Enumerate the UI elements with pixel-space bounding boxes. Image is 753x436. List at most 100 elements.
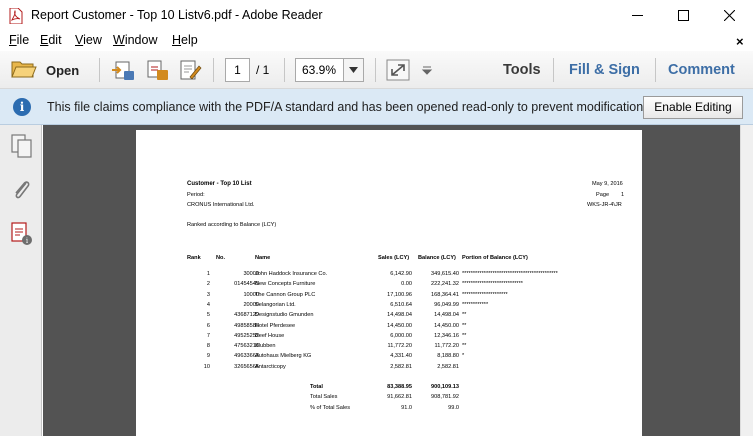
info-icon: i [13, 98, 31, 116]
menu-help[interactable]: Help [172, 33, 198, 47]
total-balance-cell: 900,109.13 [431, 384, 459, 390]
tools-pane-button[interactable]: Tools [503, 62, 541, 78]
total-sales-cell: 91.0 [401, 404, 412, 411]
balance-cell: 8,188.80 [437, 353, 459, 360]
customer-name-cell: Beef House [255, 332, 285, 339]
menu-view[interactable]: View [75, 33, 102, 47]
portion-bar-cell: ********************* [462, 291, 508, 298]
zoom-input[interactable]: 63.9% [295, 58, 343, 82]
customer-name-cell: Hotel Pferdesee [255, 322, 296, 329]
menu-window[interactable]: Window [113, 33, 157, 47]
customer-name-cell: Antarcticopy [255, 363, 286, 370]
sales-cell: 14,498.04 [387, 312, 412, 319]
signatures-icon[interactable]: i [10, 221, 34, 247]
ranked-by: Ranked according to Balance (LCY) [187, 222, 277, 228]
rank-cell: 1 [206, 271, 210, 277]
rank-cell: 9 [206, 353, 210, 360]
full-screen-icon[interactable] [386, 59, 410, 81]
sales-cell: 6,000.00 [390, 332, 412, 339]
balance-cell: 2,582.81 [437, 363, 459, 370]
create-pdf-icon[interactable] [111, 59, 135, 81]
portion-bar-cell: ** [462, 343, 467, 350]
portion-bar-cell: ** [462, 332, 467, 339]
customer-name-cell: John Haddock Insurance Co. [255, 271, 328, 277]
sales-cell: 6,142.90 [390, 271, 412, 277]
col-portion-header: Portion of Balance (LCY) [462, 255, 528, 261]
export-pdf-icon[interactable] [145, 59, 169, 81]
customer-name-cell: Autohaus Mielberg KG [255, 353, 312, 360]
chevron-down-icon [349, 67, 358, 73]
total-balance-cell: 908,781.92 [431, 394, 459, 401]
balance-cell: 349,615.40 [431, 271, 459, 277]
title-bar: Report Customer - Top 10 Listv6.pdf - Ad… [0, 0, 753, 31]
fill-sign-pane-button[interactable]: Fill & Sign [569, 62, 640, 78]
pdf-file-icon [9, 8, 23, 24]
sales-cell: 14,450.00 [387, 322, 412, 329]
portion-bar-cell: * [462, 353, 465, 360]
balance-cell: 222,241.32 [431, 281, 459, 288]
portion-bar-cell: ****************************************… [462, 271, 558, 277]
customer-name-cell: Selangorian Ltd. [255, 301, 296, 308]
open-label: Open [46, 63, 80, 78]
page-thumbnails-icon[interactable] [10, 133, 34, 159]
report-date: May 9, 2016 [592, 181, 623, 187]
info-message: This file claims compliance with the PDF… [47, 100, 647, 114]
total-balance-cell: 99.0 [448, 404, 459, 411]
maximize-icon [677, 10, 689, 21]
customer-name-cell: The Cannon Group PLC [255, 291, 316, 298]
total-sales-cell: 91,662.81 [387, 394, 412, 401]
maximize-button[interactable] [660, 0, 706, 31]
sales-cell: 11,772.20 [387, 343, 412, 350]
comment-pane-button[interactable]: Comment [668, 62, 735, 78]
rank-cell: 2 [206, 281, 210, 288]
menu-edit[interactable]: Edit [40, 33, 62, 47]
rank-cell: 10 [203, 363, 210, 370]
sales-cell: 17,100.96 [387, 291, 412, 298]
rank-cell: 6 [206, 322, 210, 329]
toolbar-separator [655, 58, 656, 82]
customize-toolbar-icon[interactable] [420, 59, 434, 81]
rank-cell: 3 [206, 291, 210, 298]
sales-cell: 0.00 [401, 281, 412, 288]
col-balance-header: Balance (LCY) [418, 255, 456, 261]
toolbar: Open 1 / 1 63.9% Tools Fill & Sign Comme… [0, 51, 753, 89]
rank-cell: 7 [206, 332, 210, 339]
open-folder-icon [11, 61, 37, 78]
navigation-pane: i [0, 125, 42, 436]
col-name-header: Name [255, 255, 271, 261]
vertical-scrollbar[interactable] [740, 125, 753, 436]
attachments-icon[interactable] [10, 177, 34, 203]
minimize-button[interactable] [614, 0, 660, 31]
sales-cell: 2,582.81 [390, 363, 412, 370]
balance-cell: 168,364.41 [431, 291, 459, 298]
report-title: Customer - Top 10 List [187, 181, 252, 187]
toolbar-separator [553, 58, 554, 82]
customer-name-cell: Designstudio Gmunden [255, 312, 314, 319]
balance-cell: 12,346.16 [434, 332, 459, 339]
col-no-header: No. [216, 255, 226, 261]
company-name: CRONUS International Ltd. [187, 202, 255, 208]
zoom-dropdown-button[interactable] [343, 58, 364, 82]
rank-cell: 5 [206, 312, 210, 319]
close-button[interactable] [706, 0, 752, 31]
total-label: % of Total Sales [310, 404, 351, 411]
balance-cell: 96,049.99 [434, 301, 459, 308]
col-rank-header: Rank [187, 255, 201, 261]
menu-file[interactable]: File [9, 33, 29, 47]
menu-bar: File Edit View Window Help × [0, 31, 753, 51]
total-label: Total [310, 384, 323, 390]
page-number-input[interactable]: 1 [225, 58, 250, 82]
total-label: Total Sales [310, 394, 338, 401]
close-document-button[interactable]: × [736, 34, 744, 49]
sales-cell: 4,331.40 [390, 353, 412, 360]
customer-name-cell: New Concepts Furniture [255, 281, 316, 288]
enable-editing-button[interactable]: Enable Editing [643, 96, 743, 119]
balance-cell: 14,498.04 [434, 312, 459, 319]
total-sales-cell: 83,388.95 [387, 384, 412, 390]
close-icon [723, 10, 735, 21]
sign-document-icon[interactable] [178, 59, 202, 81]
pdf-page: Customer - Top 10 List May 9, 2016 Perio… [136, 130, 642, 436]
page-number: 1 [621, 192, 625, 198]
balance-cell: 14,450.00 [434, 322, 459, 329]
portion-bar-cell: ** [462, 322, 467, 329]
